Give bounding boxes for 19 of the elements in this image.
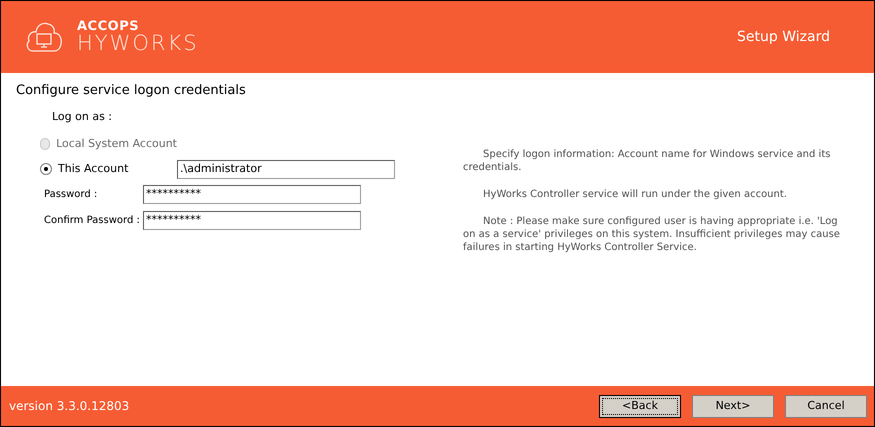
wizard-button[interactable]: Cancel <box>785 394 867 418</box>
window-title: Setup Wizard <box>737 28 830 46</box>
input-field[interactable]: ********** <box>143 210 361 230</box>
product-name: HYWORKS <box>77 33 199 54</box>
brand-name: ACCOPS <box>77 20 140 33</box>
help-text: Specify logon information: Account name for Windows service and its credentials. <box>463 148 832 174</box>
logon-label: Log on as : <box>52 108 114 124</box>
radio-label: This Account <box>58 160 128 177</box>
wizard-button[interactable]: <Back <box>599 394 681 418</box>
input-field[interactable]: .\administrator <box>177 160 395 178</box>
wizard-button[interactable]: Next> <box>692 394 774 418</box>
field-label: Password : <box>44 188 98 202</box>
input-field[interactable]: ********** <box>143 184 361 204</box>
radio-label: Local System Account <box>56 136 177 152</box>
version-text: version 3.3.0.12803 <box>9 398 130 415</box>
page-title: Configure service logon credentials <box>16 82 247 100</box>
help-text: HyWorks Controller service will run under the given account. <box>482 188 788 200</box>
help-text: Note : Please make sure configured user is having appropriate i.e. 'Log on as a service' privileges on this system. Insufficient privileges may cause failures in starting HyWorks Controller Service. <box>463 214 841 254</box>
field-label: Confirm Password : <box>44 214 141 228</box>
